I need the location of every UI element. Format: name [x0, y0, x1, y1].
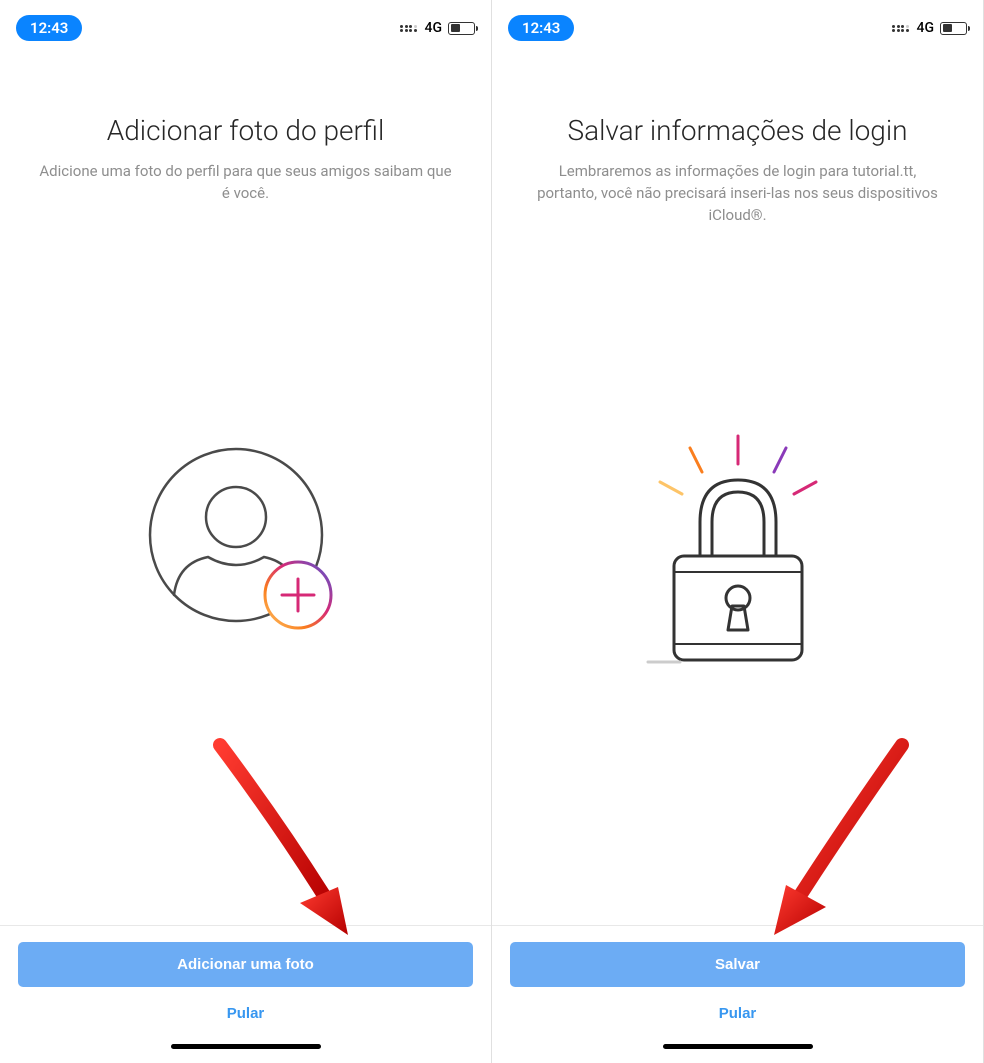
screen-save-login: 12:43 4G Salvar informações de login Lem…: [492, 0, 984, 1063]
battery-icon: [940, 22, 967, 35]
content-area: Salvar informações de login Lembraremos …: [492, 50, 983, 925]
home-indicator[interactable]: [171, 1044, 321, 1049]
status-bar: 12:43 4G: [0, 0, 491, 50]
padlock-icon: [522, 186, 953, 925]
dual-signal-icon: [892, 25, 909, 32]
status-time: 12:43: [508, 15, 574, 41]
save-button[interactable]: Salvar: [510, 942, 965, 987]
status-time: 12:43: [16, 15, 82, 41]
home-indicator[interactable]: [663, 1044, 813, 1049]
screen-add-photo: 12:43 4G Adicionar foto do perfil Adicio…: [0, 0, 492, 1063]
profile-avatar-placeholder-icon: [30, 165, 461, 926]
battery-icon: [448, 22, 475, 35]
add-photo-button[interactable]: Adicionar uma foto: [18, 942, 473, 987]
network-label: 4G: [917, 20, 935, 36]
skip-button[interactable]: Pular: [18, 987, 473, 1040]
network-label: 4G: [425, 20, 443, 36]
page-title: Salvar informações de login: [567, 114, 907, 147]
divider: [0, 925, 491, 926]
page-title: Adicionar foto do perfil: [107, 114, 385, 147]
status-bar: 12:43 4G: [492, 0, 983, 50]
status-right: 4G: [400, 20, 475, 36]
content-area: Adicionar foto do perfil Adicione uma fo…: [0, 50, 491, 925]
skip-button[interactable]: Pular: [510, 987, 965, 1040]
divider: [492, 925, 983, 926]
bottom-actions: Salvar Pular: [492, 925, 983, 1063]
dual-signal-icon: [400, 25, 417, 32]
bottom-actions: Adicionar uma foto Pular: [0, 925, 491, 1063]
status-right: 4G: [892, 20, 967, 36]
